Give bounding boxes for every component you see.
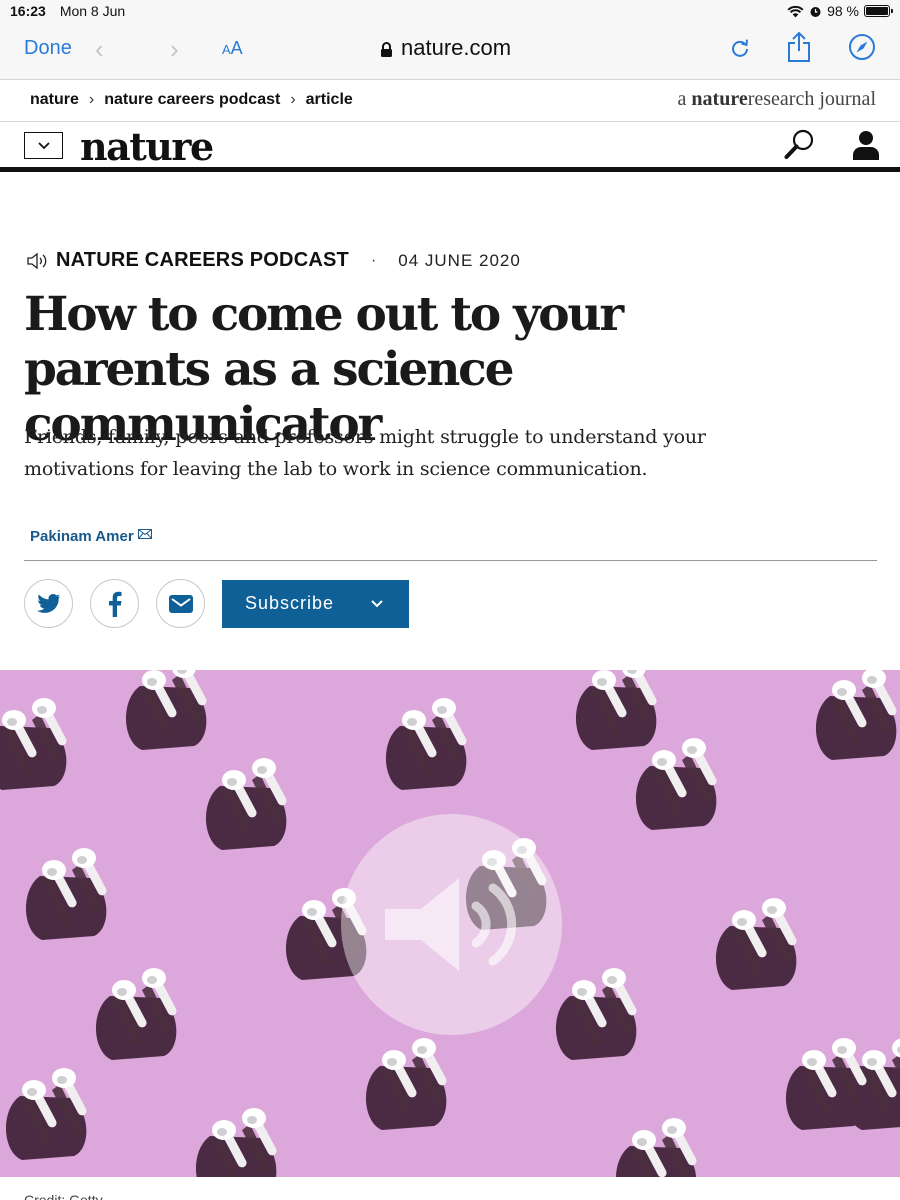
share-email-button[interactable] [156,579,205,628]
compass-icon[interactable] [848,33,876,61]
kicker-separator: · [370,251,377,269]
mail-icon [168,594,193,613]
done-button[interactable]: Done [24,37,72,60]
share-twitter-button[interactable] [24,579,73,628]
share-row: Subscribe [24,579,409,628]
speaker-icon [27,252,47,269]
twitter-icon [36,593,60,613]
subscribe-label: Subscribe [245,593,335,613]
wifi-icon [787,5,804,17]
subscribe-button[interactable]: Subscribe [222,579,409,628]
battery-icon [864,5,893,17]
user-icon[interactable] [852,130,880,160]
breadcrumb-article: article [305,91,353,108]
breadcrumb: nature › nature careers podcast › articl… [0,80,900,122]
breadcrumb-podcast[interactable]: nature careers podcast [104,91,280,109]
browser-toolbar: Done ‹ › AA nature.com [0,24,900,80]
share-icon[interactable] [786,31,812,63]
back-button[interactable]: ‹ [95,34,104,65]
status-date: Mon 8 Jun [59,3,126,19]
article-category[interactable]: NATURE CAREERS PODCAST [56,249,349,272]
chevron-down-icon [37,141,50,149]
text-size-button[interactable]: AA [222,38,243,59]
search-icon[interactable] [784,128,816,160]
chevron-right-icon: › [290,91,296,108]
menu-button[interactable] [24,132,63,159]
hero-image [0,670,900,1177]
divider [24,560,877,561]
article-date: 04 JUNE 2020 [398,250,521,270]
article-standfirst: Friends, family, peers and professors mi… [24,426,706,480]
share-facebook-button[interactable] [90,579,139,628]
mail-icon[interactable] [137,529,152,539]
journal-tagline[interactable]: a natureresearch journal [678,88,876,111]
audio-play-button[interactable] [341,814,562,1035]
article-kicker: NATURE CAREERS PODCAST · 04 JUNE 2020 [26,249,521,272]
reload-icon[interactable] [728,36,752,60]
author-name[interactable]: Pakinam Amer [30,528,134,545]
facebook-icon [108,591,121,617]
lock-icon [381,41,392,57]
url-text: nature.com [401,35,512,60]
alarm-icon [810,6,821,17]
battery-percent: 98 % [827,3,859,19]
status-time: 16:23 [10,3,46,19]
site-header: nature [0,122,900,172]
forward-button[interactable]: › [170,34,179,65]
speaker-icon [385,878,517,971]
chevron-down-icon [371,599,383,607]
address-bar[interactable]: nature.com [380,35,511,61]
author-line: Pakinam Amer [30,528,152,545]
image-credit: Credit: Getty [24,1192,103,1200]
status-bar: 16:23 Mon 8 Jun 98 % [0,0,900,24]
breadcrumb-nature[interactable]: nature [30,91,79,109]
chevron-right-icon: › [88,91,95,108]
nature-logo[interactable]: nature [80,124,214,169]
